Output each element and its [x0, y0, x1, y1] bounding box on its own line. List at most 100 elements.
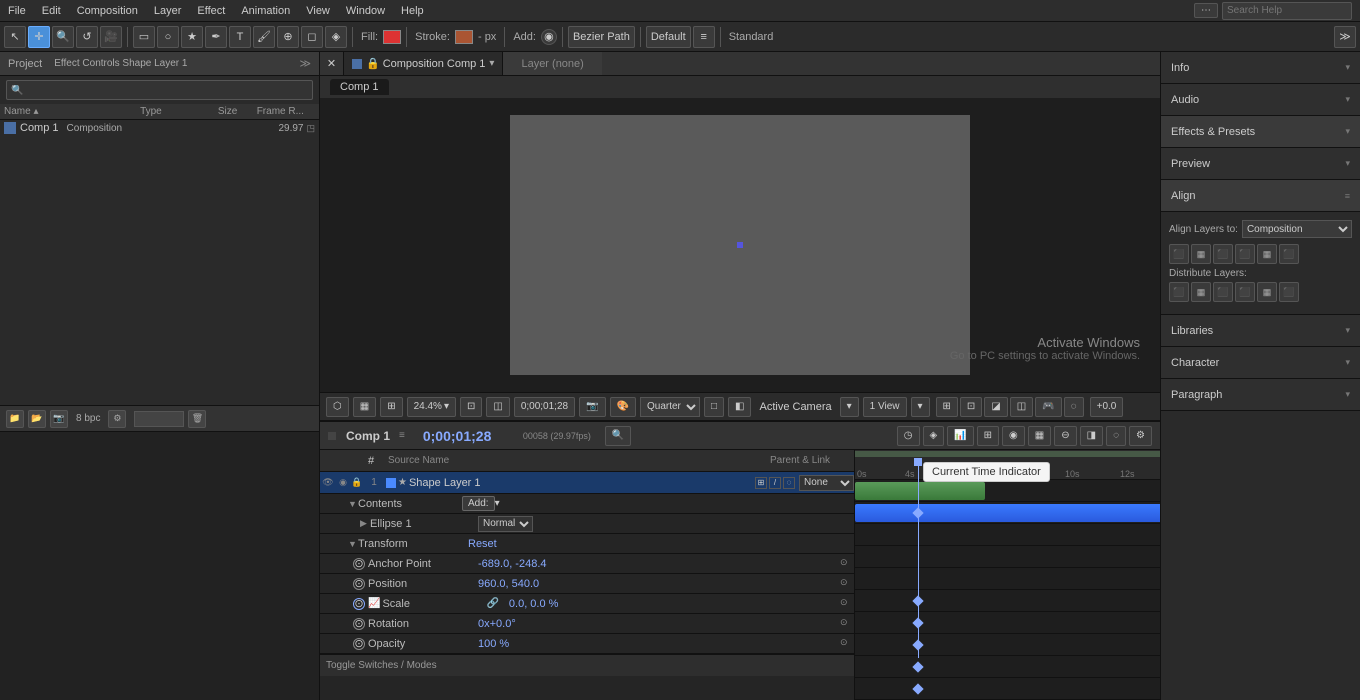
anchor-point-value[interactable]: -689.0, -248.4 — [478, 558, 547, 570]
pixel-aspect-btn[interactable]: ◧ — [728, 397, 751, 417]
text-tool[interactable]: T — [229, 26, 251, 48]
info-panel-item[interactable]: Info ▾ — [1161, 52, 1360, 84]
audio-panel-item[interactable]: Audio ▾ — [1161, 84, 1360, 116]
anchor-point-stopwatch[interactable]: ⊙ — [353, 558, 365, 570]
camera-tool[interactable]: 🎥 — [100, 26, 122, 48]
menu-window[interactable]: Window — [338, 3, 393, 19]
add-btn[interactable]: ◉ — [541, 29, 557, 45]
position-link[interactable]: ⊙ — [840, 577, 854, 591]
3d-display-btn[interactable]: 🎮 — [1035, 397, 1061, 417]
workspace-btn[interactable]: ⋯ — [1194, 3, 1218, 18]
position-stopwatch[interactable]: ⊙ — [353, 578, 365, 590]
star-shape-tool[interactable]: ★ — [181, 26, 203, 48]
align-v-center-btn[interactable]: ▦ — [1257, 244, 1277, 264]
comp-markers-btn[interactable]: ◷ — [897, 426, 920, 446]
paragraph-panel-item[interactable]: Paragraph ▾ — [1161, 379, 1360, 411]
bpc-input[interactable] — [134, 411, 184, 427]
layer-switch-3[interactable]: ◌ — [783, 477, 795, 489]
dist-top-btn[interactable]: ⬛ — [1235, 282, 1255, 302]
comp-tab-close-btn[interactable]: ▾ — [489, 58, 494, 69]
dist-right-btn[interactable]: ⬛ — [1213, 282, 1233, 302]
add-content-chevron[interactable]: ▾ — [495, 498, 500, 509]
layer-visibility-btn[interactable]: 👁 — [320, 472, 336, 494]
motion-blur-btn[interactable]: ◌ — [1064, 397, 1084, 417]
default-btn[interactable]: Default — [646, 26, 691, 48]
ellipse-expand[interactable]: ▶ — [360, 518, 370, 529]
project-search-input[interactable] — [6, 80, 313, 100]
render-vis-btn[interactable]: ◪ — [984, 397, 1007, 417]
menu-edit[interactable]: Edit — [34, 3, 69, 19]
layer-solo-btn[interactable]: ◉ — [336, 472, 350, 494]
scale-link-icon[interactable]: 🔗 — [486, 598, 498, 609]
pen-tool[interactable]: ✒ — [205, 26, 227, 48]
collapse-btn[interactable]: ⊖ — [1054, 426, 1076, 446]
contents-expand[interactable]: ▼ — [348, 499, 358, 509]
paint-tool[interactable]: 🖌 — [253, 26, 275, 48]
zoom-select[interactable]: 24.4% ▾ — [407, 397, 456, 417]
bezier-path-btn[interactable]: Bezier Path — [568, 26, 635, 48]
menu-animation[interactable]: Animation — [233, 3, 298, 19]
preview-panel-item[interactable]: Preview ▾ — [1161, 148, 1360, 180]
comp1-viewer-tab[interactable]: Comp 1 — [330, 79, 389, 95]
blend-modes-btn[interactable]: ▦ — [1028, 426, 1051, 446]
view-layout-btn[interactable]: 1 View — [863, 397, 907, 417]
ellipse-mode-select[interactable]: Normal — [478, 516, 533, 532]
timecode-display[interactable]: 0;00;01;28 — [514, 397, 575, 417]
align-bottom-btn[interactable]: ⬛ — [1279, 244, 1299, 264]
menu-btn[interactable]: ≡ — [693, 26, 715, 48]
camera-icon-btn[interactable]: 📷 — [50, 410, 68, 428]
delete-btn[interactable]: 🗑 — [188, 410, 206, 428]
layer-switch-1[interactable]: ⊞ — [755, 477, 767, 489]
opacity-link[interactable]: ⊙ — [840, 637, 854, 651]
anchor-point-link[interactable]: ⊙ — [840, 557, 854, 571]
rotation-value[interactable]: 0x+0.0° — [478, 618, 516, 630]
layer-lock-btn[interactable]: 🔒 — [350, 472, 364, 494]
layer-none-tab[interactable]: Layer (none) — [503, 52, 601, 75]
transform-expand[interactable]: ▼ — [348, 539, 358, 549]
effect-controls-tab[interactable]: Effect Controls Shape Layer 1 — [54, 58, 187, 69]
solo-btn[interactable]: ◉ — [1002, 426, 1025, 446]
preview-mode-btn[interactable]: ◫ — [486, 397, 509, 417]
graph-editor-btn[interactable]: 📊 — [947, 426, 973, 446]
layer-switch-2[interactable]: / — [769, 477, 781, 489]
scale-link[interactable]: ⊙ — [840, 597, 854, 611]
new-folder-btn[interactable]: 📁 — [6, 410, 24, 428]
layer-order-btn[interactable]: ⊞ — [977, 426, 999, 446]
view-options-btn[interactable]: ▾ — [911, 397, 930, 417]
clone-tool[interactable]: ⊕ — [277, 26, 299, 48]
frame-blend-btn[interactable]: ◨ — [1080, 426, 1103, 446]
transform-reset-btn[interactable]: Reset — [468, 538, 497, 550]
timeline-comp-menu[interactable]: ≡ — [399, 430, 405, 441]
tab-close-x[interactable]: ✕ — [320, 52, 344, 76]
stroke-color-box[interactable] — [455, 30, 473, 44]
search-help-input[interactable] — [1222, 2, 1352, 20]
align-h-center-btn[interactable]: ▦ — [1191, 244, 1211, 264]
kf-opacity[interactable] — [912, 683, 923, 694]
layer-mode-select[interactable]: None Normal — [799, 475, 854, 491]
align-target-select[interactable]: Composition Selection — [1242, 220, 1352, 238]
fill-color-box[interactable] — [383, 30, 401, 44]
open-btn[interactable]: 📂 — [28, 410, 46, 428]
fit-btn[interactable]: ⊡ — [460, 397, 482, 417]
layer-selected-bar[interactable] — [855, 504, 1160, 522]
roto-tool[interactable]: ◈ — [325, 26, 347, 48]
character-panel-item[interactable]: Character ▾ — [1161, 347, 1360, 379]
motion-blur-timeline-btn[interactable]: ◌ — [1106, 426, 1126, 446]
transparent-btn[interactable]: ⊞ — [380, 397, 402, 417]
color-btn[interactable]: 🎨 — [610, 397, 636, 417]
camera-select-btn[interactable]: ▾ — [840, 397, 859, 417]
offset-display[interactable]: +0.0 — [1090, 397, 1124, 417]
project-item-comp1[interactable]: Comp 1 Composition 29.97 ◳ — [0, 120, 319, 136]
toggle-switches-label[interactable]: Toggle Switches / Modes — [326, 660, 437, 671]
libraries-panel-item[interactable]: Libraries ▾ — [1161, 315, 1360, 347]
align-panel-header[interactable]: Align ≡ — [1161, 180, 1360, 212]
settings-timeline-btn[interactable]: ⚙ — [1129, 426, 1152, 446]
move-tool[interactable]: ✛ — [28, 26, 50, 48]
add-content-btn[interactable]: Add: — [462, 496, 495, 511]
grid-btn[interactable]: ⊞ — [936, 397, 958, 417]
rect-shape-tool[interactable]: ▭ — [133, 26, 155, 48]
scale-value[interactable]: 0.0, 0.0 % — [509, 598, 559, 610]
rotate-tool[interactable]: ↺ — [76, 26, 98, 48]
playhead[interactable] — [918, 458, 919, 658]
dist-h-center-btn[interactable]: ▦ — [1191, 282, 1211, 302]
